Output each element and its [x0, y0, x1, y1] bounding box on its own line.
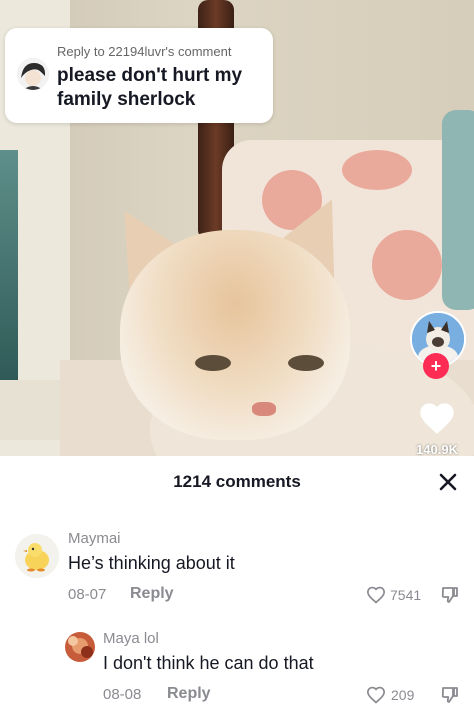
- window-glass: [0, 150, 18, 380]
- comments-panel: 1214 comments Maymai He’s thinking about…: [0, 456, 474, 711]
- comment-text: He’s thinking about it: [68, 553, 235, 573]
- comment-like-icon[interactable]: [366, 685, 386, 705]
- comment-like-count: 209: [391, 687, 415, 703]
- reply-commenter-avatar: [17, 58, 49, 90]
- heart-icon[interactable]: [418, 400, 456, 436]
- comment-text: I don't think he can do that: [103, 653, 314, 673]
- follow-plus-icon[interactable]: +: [423, 353, 449, 379]
- commenter-avatar[interactable]: [65, 632, 95, 662]
- comment-like-count: 7541: [390, 587, 422, 603]
- teal-pillow: [442, 110, 474, 310]
- comment-date: 08-08: [103, 686, 142, 703]
- comment-username[interactable]: Maya lol: [103, 630, 159, 647]
- comments-count-title: 1214 comments: [173, 472, 301, 491]
- comment-date: 08-07: [68, 586, 107, 603]
- reply-bubble[interactable]: Reply to 22194luvr's comment please don'…: [5, 28, 273, 123]
- comment-reply-button[interactable]: Reply: [167, 685, 211, 703]
- reply-text: please don't hurt my family sherlock: [57, 65, 243, 110]
- dislike-icon[interactable]: [440, 685, 460, 705]
- commenter-avatar[interactable]: [15, 534, 59, 578]
- reply-meta: Reply to 22194luvr's comment: [57, 44, 232, 59]
- cat: [85, 180, 474, 456]
- like-count: 140.9K: [416, 442, 458, 456]
- close-icon[interactable]: [433, 467, 463, 497]
- comment-like-icon[interactable]: [366, 585, 386, 605]
- comment-username[interactable]: Maymai: [68, 530, 121, 547]
- dislike-icon[interactable]: [440, 585, 460, 605]
- video-player[interactable]: Reply to 22194luvr's comment please don'…: [0, 0, 474, 456]
- comment-reply-button[interactable]: Reply: [130, 585, 174, 603]
